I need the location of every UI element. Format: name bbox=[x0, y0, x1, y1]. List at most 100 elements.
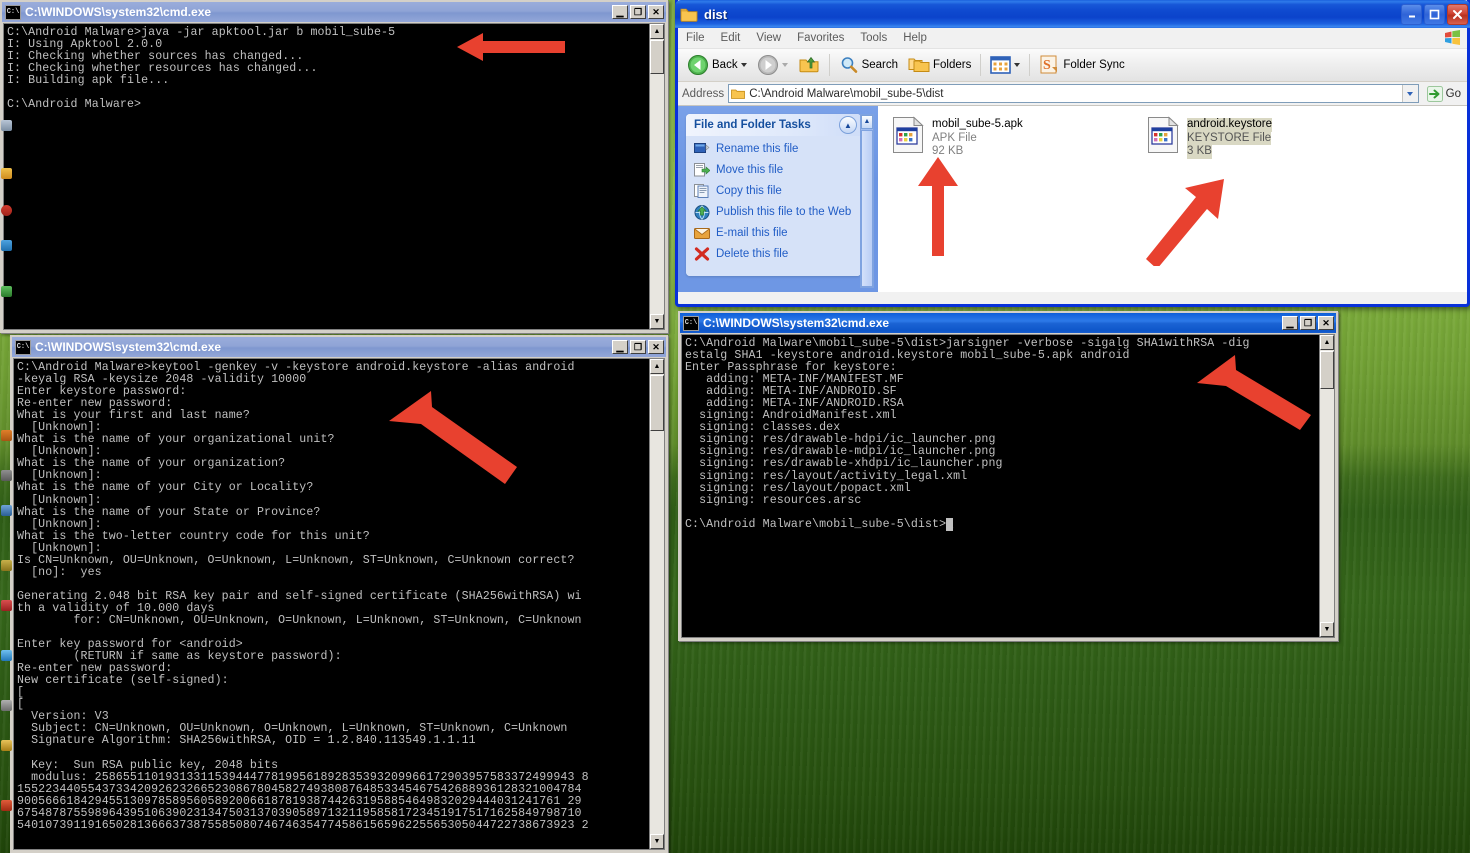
menu-favorites[interactable]: Favorites bbox=[789, 30, 852, 46]
file-type: APK File bbox=[932, 131, 977, 144]
views-button[interactable] bbox=[985, 54, 1025, 76]
menu-tools[interactable]: Tools bbox=[852, 30, 895, 46]
explorer-addressbar[interactable]: Address C:\Android Malware\mobil_sube-5\… bbox=[678, 82, 1467, 106]
maximize-button[interactable] bbox=[1424, 3, 1445, 25]
menu-edit[interactable]: Edit bbox=[713, 30, 749, 46]
scrollbar-thumb[interactable] bbox=[650, 40, 664, 74]
scroll-up-icon[interactable]: ▲ bbox=[650, 24, 664, 39]
desktop-icon[interactable] bbox=[1, 168, 12, 179]
explorer-file-list[interactable]: mobil_sube-5.apk APK File 92 KB android.… bbox=[878, 106, 1467, 292]
console-scrollbar[interactable]: ▲ ▼ bbox=[1319, 335, 1334, 637]
desktop-icon[interactable] bbox=[1, 240, 12, 251]
scroll-down-icon[interactable]: ▼ bbox=[1320, 622, 1334, 637]
go-button[interactable]: Go bbox=[1423, 85, 1465, 102]
search-button[interactable]: Search bbox=[834, 53, 903, 77]
cmd-window-keytool-genkey[interactable]: C:\ C:\WINDOWS\system32\cmd.exe ▁ ❐ ✕ C:… bbox=[10, 335, 668, 853]
folders-button[interactable]: Folders bbox=[903, 53, 976, 77]
desktop-icon[interactable] bbox=[1, 800, 12, 811]
cmd-titlebar[interactable]: C:\ C:\WINDOWS\system32\cmd.exe ▁ ❐ ✕ bbox=[2, 2, 666, 22]
close-button[interactable] bbox=[1447, 3, 1468, 25]
explorer-menubar[interactable]: File Edit View Favorites Tools Help bbox=[678, 28, 1467, 49]
menu-file[interactable]: File bbox=[678, 30, 713, 46]
scrollbar-track[interactable] bbox=[650, 374, 664, 834]
cmd-window-jarsigner[interactable]: C:\ C:\WINDOWS\system32\cmd.exe ▁ ❐ ✕ C:… bbox=[678, 311, 1338, 641]
task-copy-this-file[interactable]: Copy this file bbox=[694, 184, 855, 200]
scroll-up-icon[interactable]: ▲ bbox=[861, 115, 873, 129]
close-button[interactable]: ✕ bbox=[648, 5, 664, 19]
menu-view[interactable]: View bbox=[748, 30, 789, 46]
desktop-icon[interactable] bbox=[1, 650, 12, 661]
scroll-up-icon[interactable]: ▲ bbox=[650, 359, 664, 374]
desktop-icon[interactable] bbox=[1, 430, 12, 441]
scrollbar-thumb[interactable] bbox=[650, 375, 664, 431]
cmd-titlebar[interactable]: C:\ C:\WINDOWS\system32\cmd.exe ▁ ❐ ✕ bbox=[12, 337, 666, 357]
sidebar-scrollbar[interactable]: ▲ bbox=[860, 114, 874, 288]
maximize-button[interactable]: ❐ bbox=[630, 5, 646, 19]
cmd-window-apktool-build[interactable]: C:\ C:\WINDOWS\system32\cmd.exe ▁ ❐ ✕ C:… bbox=[0, 0, 668, 333]
minimize-button[interactable]: ▁ bbox=[1282, 316, 1298, 330]
minimize-button[interactable]: ▁ bbox=[612, 5, 628, 19]
cmd-titlebar[interactable]: C:\ C:\WINDOWS\system32\cmd.exe ▁ ❐ ✕ bbox=[680, 313, 1336, 333]
console-output: C:\Android Malware>java -jar apktool.jar… bbox=[7, 26, 396, 112]
task-move-this-file[interactable]: Move this file bbox=[694, 163, 855, 179]
up-button[interactable] bbox=[793, 53, 825, 77]
file-item-keystore[interactable]: android.keystore KEYSTORE File 3 KB bbox=[1147, 116, 1347, 159]
desktop-icon[interactable] bbox=[1, 600, 12, 611]
desktop-icon[interactable] bbox=[1, 205, 12, 216]
cmd-console-area[interactable]: C:\Android Malware\mobil_sube-5\dist>jar… bbox=[681, 334, 1335, 638]
folder-sync-button[interactable]: S Folder Sync bbox=[1034, 53, 1129, 77]
close-button[interactable]: ✕ bbox=[1318, 316, 1334, 330]
address-dropdown-icon[interactable] bbox=[1401, 85, 1418, 102]
cmd-console-area[interactable]: C:\Android Malware>java -jar apktool.jar… bbox=[3, 23, 665, 330]
generic-file-icon bbox=[1147, 116, 1179, 154]
scroll-up-icon[interactable]: ▲ bbox=[1320, 335, 1334, 350]
task-email-this-file[interactable]: E-mail this file bbox=[694, 226, 855, 242]
views-icon bbox=[990, 56, 1012, 74]
task-publish-this-file-to-the-web[interactable]: Publish this file to the Web bbox=[694, 205, 855, 221]
minimize-button[interactable] bbox=[1401, 3, 1422, 25]
maximize-button[interactable]: ❐ bbox=[630, 340, 646, 354]
task-delete-this-file[interactable]: Delete this file bbox=[694, 247, 855, 263]
scroll-down-icon[interactable]: ▼ bbox=[650, 314, 664, 329]
address-input[interactable]: C:\Android Malware\mobil_sube-5\dist bbox=[728, 84, 1419, 103]
cmd-console-area[interactable]: C:\Android Malware>keytool -genkey -v -k… bbox=[13, 358, 665, 850]
back-dropdown-icon[interactable] bbox=[740, 63, 747, 67]
menu-help[interactable]: Help bbox=[895, 30, 935, 46]
back-button[interactable]: Back bbox=[682, 52, 752, 78]
cmd-window-controls[interactable]: ▁ ❐ ✕ bbox=[1282, 316, 1334, 330]
scrollbar-track[interactable] bbox=[650, 39, 664, 314]
explorer-window-controls[interactable] bbox=[1401, 3, 1468, 25]
file-item-apk[interactable]: mobil_sube-5.apk APK File 92 KB bbox=[892, 116, 1092, 159]
file-details: android.keystore KEYSTORE File 3 KB bbox=[1187, 116, 1273, 159]
maximize-button[interactable]: ❐ bbox=[1300, 316, 1316, 330]
explorer-titlebar[interactable]: dist bbox=[675, 0, 1470, 28]
scrollbar-thumb[interactable] bbox=[861, 130, 873, 287]
tasks-panel-header[interactable]: File and Folder Tasks ▲ bbox=[686, 114, 861, 136]
close-button[interactable]: ✕ bbox=[648, 340, 664, 354]
desktop-icon[interactable] bbox=[1, 470, 12, 481]
cmd-window-controls[interactable]: ▁ ❐ ✕ bbox=[612, 5, 664, 19]
explorer-toolbar[interactable]: Back Search Folders S Folder Sync bbox=[678, 49, 1467, 82]
desktop-icon[interactable] bbox=[1, 560, 12, 571]
up-folder-icon bbox=[799, 56, 819, 73]
scrollbar-thumb[interactable] bbox=[1320, 351, 1334, 389]
explorer-window-dist[interactable]: dist File Edit View Favorites Tools Help bbox=[675, 0, 1470, 307]
desktop-icon[interactable] bbox=[1, 120, 12, 131]
forward-dropdown-icon bbox=[781, 63, 788, 67]
desktop-icon[interactable] bbox=[1, 505, 12, 516]
chevron-up-icon[interactable]: ▲ bbox=[839, 116, 857, 134]
task-rename-this-file[interactable]: Rename this file bbox=[694, 142, 855, 158]
minimize-button[interactable]: ▁ bbox=[612, 340, 628, 354]
scrollbar-track[interactable] bbox=[1320, 350, 1334, 622]
console-scrollbar[interactable]: ▲ ▼ bbox=[649, 359, 664, 849]
desktop-icon[interactable] bbox=[1, 740, 12, 751]
desktop-icon[interactable] bbox=[1, 286, 12, 297]
desktop-icon[interactable] bbox=[1, 700, 12, 711]
scroll-down-icon[interactable]: ▼ bbox=[650, 834, 664, 849]
views-dropdown-icon[interactable] bbox=[1014, 63, 1021, 67]
console-scrollbar[interactable]: ▲ ▼ bbox=[649, 24, 664, 329]
forward-arrow-icon bbox=[757, 55, 778, 75]
publish-web-icon bbox=[694, 205, 710, 221]
cmd-window-controls[interactable]: ▁ ❐ ✕ bbox=[612, 340, 664, 354]
console-output: C:\Android Malware>keytool -genkey -v -k… bbox=[17, 361, 589, 832]
